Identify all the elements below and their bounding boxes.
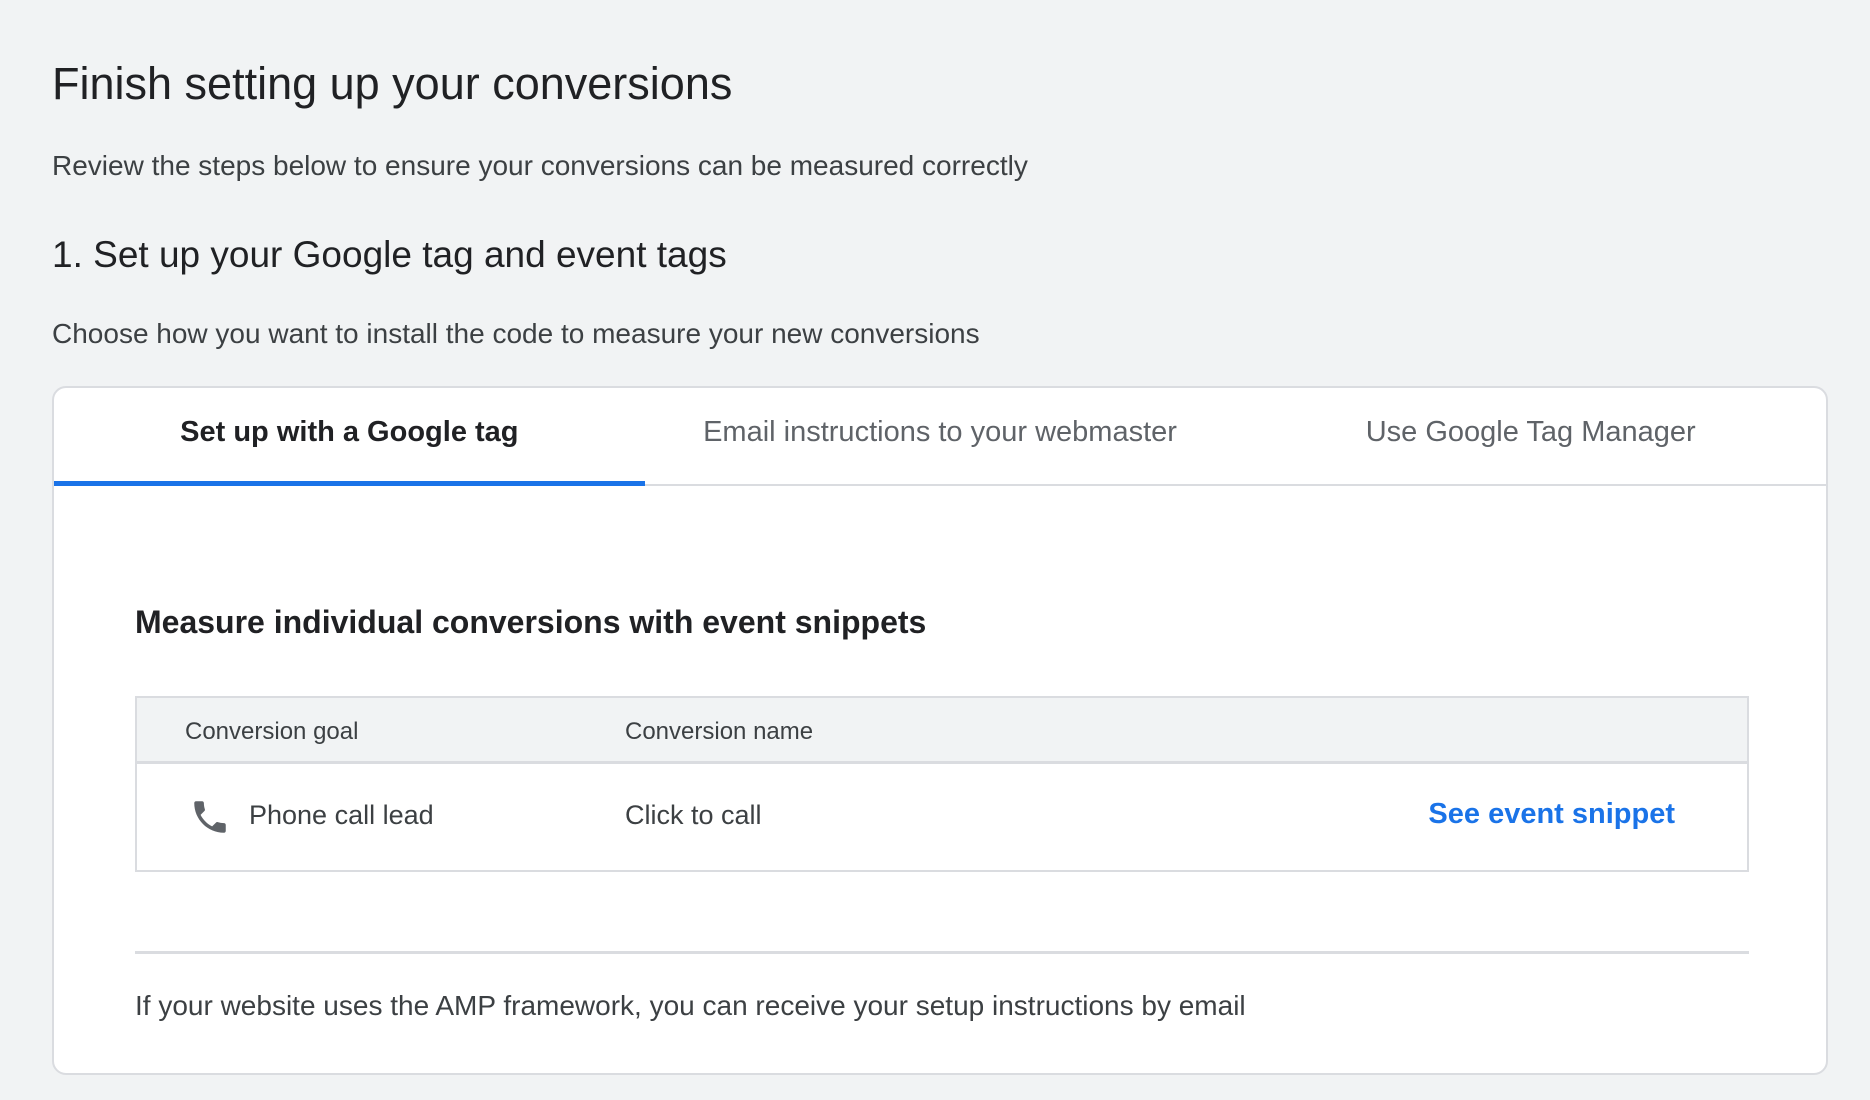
conversion-name: Click to call bbox=[625, 800, 762, 830]
tab-label: Set up with a Google tag bbox=[180, 415, 519, 448]
table-row: Phone call lead Click to call See event … bbox=[137, 764, 1747, 870]
section-title: Measure individual conversions with even… bbox=[135, 604, 927, 640]
tab-label: Email instructions to your webmaster bbox=[703, 415, 1177, 448]
step-description: Choose how you want to install the code … bbox=[52, 318, 980, 349]
tab-bar: Set up with a Google tag Email instructi… bbox=[54, 388, 1826, 486]
conversion-goal: Phone call lead bbox=[249, 800, 434, 830]
conversions-table: Conversion goal Conversion name Phone ca… bbox=[135, 696, 1749, 872]
tab-google-tag-manager[interactable]: Use Google Tag Manager bbox=[1235, 388, 1826, 484]
column-header-name: Conversion name bbox=[625, 718, 814, 745]
page-title: Finish setting up your conversions bbox=[52, 58, 733, 109]
page-subtitle: Review the steps below to ensure your co… bbox=[52, 150, 1028, 181]
page: Finish setting up your conversions Revie… bbox=[0, 0, 1870, 1100]
step-title: 1. Set up your Google tag and event tags bbox=[52, 234, 727, 275]
tab-label: Use Google Tag Manager bbox=[1365, 415, 1696, 448]
phone-icon bbox=[189, 796, 231, 838]
tab-email-webmaster[interactable]: Email instructions to your webmaster bbox=[645, 388, 1236, 484]
amp-note: If your website uses the AMP framework, … bbox=[135, 990, 1246, 1021]
see-event-snippet-link[interactable]: See event snippet bbox=[1428, 798, 1675, 831]
column-header-goal: Conversion goal bbox=[185, 718, 359, 745]
divider bbox=[135, 951, 1749, 954]
tab-google-tag[interactable]: Set up with a Google tag bbox=[54, 388, 645, 486]
setup-card: Set up with a Google tag Email instructi… bbox=[52, 386, 1828, 1075]
table-header: Conversion goal Conversion name bbox=[137, 698, 1747, 764]
